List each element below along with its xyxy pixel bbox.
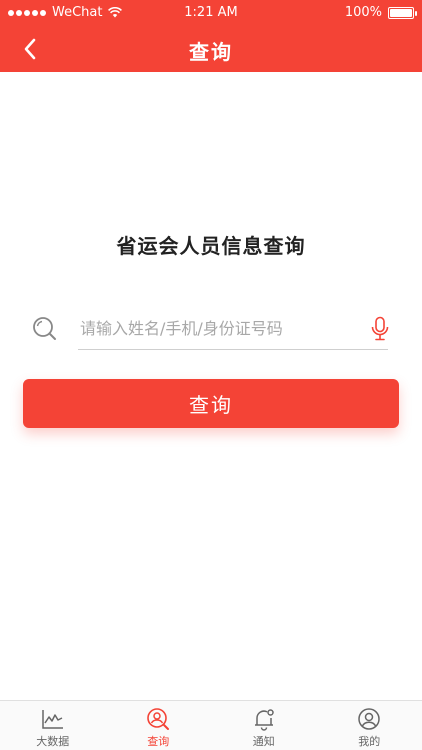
search-user-icon	[147, 708, 170, 730]
battery-icon	[388, 6, 417, 19]
bell-icon	[254, 709, 274, 731]
query-button[interactable]: 查询	[23, 379, 399, 428]
tab-bar: 大数据 查询 通知 我的	[0, 700, 422, 750]
search-icon	[33, 317, 56, 340]
search-row	[30, 308, 392, 352]
status-bar: WeChat 1:21 AM 100%	[0, 0, 422, 26]
user-icon	[358, 708, 380, 730]
tab-label: 大数据	[36, 735, 70, 748]
status-right: 100%	[344, 5, 417, 20]
tab-big-data[interactable]: 大数据	[0, 701, 106, 750]
tab-query[interactable]: 查询	[106, 701, 212, 750]
chart-icon	[42, 710, 63, 729]
battery-label: 100%	[344, 5, 382, 20]
microphone-icon[interactable]	[370, 316, 390, 342]
search-input[interactable]	[78, 308, 388, 350]
page-title: 查询	[189, 40, 233, 64]
main-title: 省运会人员信息查询	[116, 234, 306, 258]
tab-notifications[interactable]: 通知	[211, 701, 317, 750]
tab-mine[interactable]: 我的	[317, 701, 422, 750]
tab-label: 通知	[252, 735, 275, 748]
tab-label: 我的	[358, 735, 381, 748]
nav-bar: 查询	[0, 26, 422, 72]
header: WeChat 1:21 AM 100% 查询	[0, 0, 422, 72]
tab-label: 查询	[147, 735, 170, 748]
